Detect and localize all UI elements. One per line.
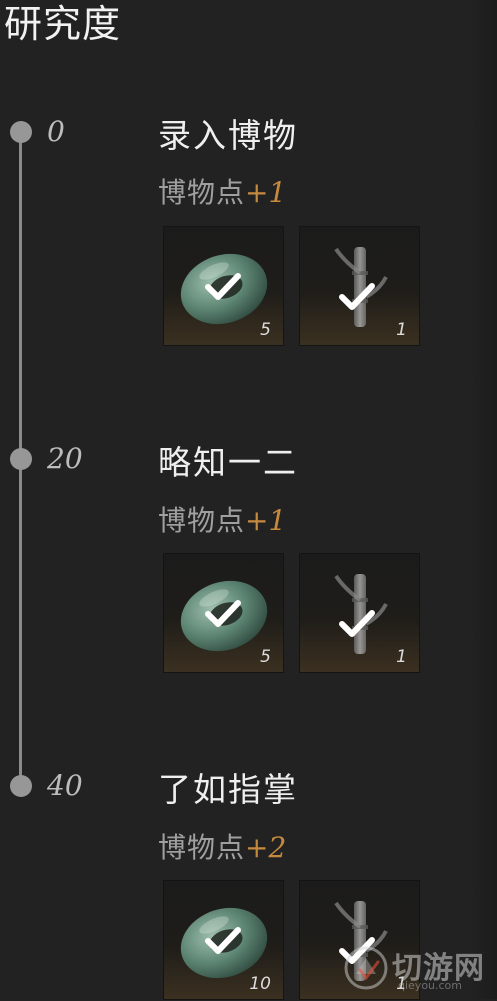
item-count: 10 [249, 974, 271, 994]
reward-item-bamboo[interactable]: 1 [299, 553, 420, 673]
stage-name: 了如指掌 [158, 770, 298, 809]
reward-label: 博物点 [158, 831, 246, 864]
reward-item-jade[interactable]: 5 [163, 553, 284, 673]
stage-name: 录入博物 [158, 116, 298, 155]
timeline-node [10, 448, 32, 470]
stage-threshold: 0 [47, 115, 65, 148]
stage-threshold: 20 [47, 442, 83, 475]
stage-threshold: 40 [47, 769, 83, 802]
reward-value: +1 [245, 176, 287, 209]
reward-item-jade[interactable]: 10 [163, 880, 284, 1000]
stage-reward: 博物点+2 [158, 831, 286, 865]
site-watermark: 切游网 qieyou.com [340, 940, 490, 996]
timeline-node [10, 775, 32, 797]
item-count: 1 [396, 320, 407, 340]
watermark-url: qieyou.com [398, 979, 463, 992]
reward-label: 博物点 [158, 176, 246, 209]
stage-reward: 博物点+1 [158, 176, 286, 210]
reward-item-jade[interactable]: 5 [163, 226, 284, 346]
reward-value: +1 [245, 504, 287, 537]
timeline-node [10, 121, 32, 143]
item-count: 5 [260, 320, 271, 340]
watermark-logo-icon [344, 946, 388, 990]
stage-name: 略知一二 [158, 443, 298, 482]
item-count: 1 [396, 647, 407, 667]
page-title: 研究度 [4, 2, 122, 46]
right-edge-shadow [470, 0, 497, 999]
stage-reward: 博物点+1 [158, 504, 286, 538]
reward-value: +2 [245, 831, 287, 864]
reward-item-bamboo[interactable]: 1 [299, 226, 420, 346]
item-count: 5 [260, 647, 271, 667]
reward-label: 博物点 [158, 504, 246, 537]
